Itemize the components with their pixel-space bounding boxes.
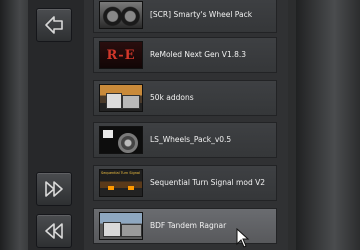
right-background bbox=[296, 0, 360, 250]
mod-name: 50k addons bbox=[150, 93, 194, 102]
mod-name: ReMoled Next Gen V1.8.3 bbox=[150, 50, 247, 59]
back-arrow-icon bbox=[45, 16, 63, 34]
mod-list-item[interactable]: [SCR] Smarty's Wheel Pack bbox=[93, 0, 277, 33]
mod-list-item[interactable]: R-E ReMoled Next Gen V1.8.3 bbox=[93, 37, 277, 73]
wheel-pack-thumbnail bbox=[99, 1, 143, 29]
mod-list-item[interactable]: 50k addons bbox=[93, 80, 277, 116]
back-button[interactable] bbox=[36, 8, 72, 42]
wheels-pack-thumbnail bbox=[99, 126, 143, 154]
fast-forward-icon bbox=[45, 181, 63, 197]
mod-list-item[interactable]: Sequential Turn Signal Sequential Turn S… bbox=[93, 165, 277, 201]
truck-addons-thumbnail bbox=[99, 84, 143, 112]
mouse-cursor-icon bbox=[236, 228, 250, 248]
remoled-logo-thumbnail: R-E bbox=[99, 41, 143, 69]
mod-name: Sequential Turn Signal mod V2 bbox=[150, 178, 265, 187]
mod-name: BDF Tandem Ragnar bbox=[150, 221, 227, 230]
rewind-icon bbox=[45, 223, 63, 239]
fast-forward-button[interactable] bbox=[36, 172, 72, 206]
turn-signal-thumb-text: Sequential Turn Signal bbox=[101, 171, 141, 175]
tandem-truck-thumbnail bbox=[99, 212, 143, 240]
mod-list-item[interactable]: LS_Wheels_Pack_v0.5 bbox=[93, 122, 277, 158]
turn-signal-thumbnail: Sequential Turn Signal bbox=[99, 169, 143, 197]
remoled-logo-text: R-E bbox=[106, 47, 136, 63]
mod-name: [SCR] Smarty's Wheel Pack bbox=[150, 10, 253, 19]
mod-name: LS_Wheels_Pack_v0.5 bbox=[150, 135, 232, 144]
rewind-button[interactable] bbox=[36, 214, 72, 248]
